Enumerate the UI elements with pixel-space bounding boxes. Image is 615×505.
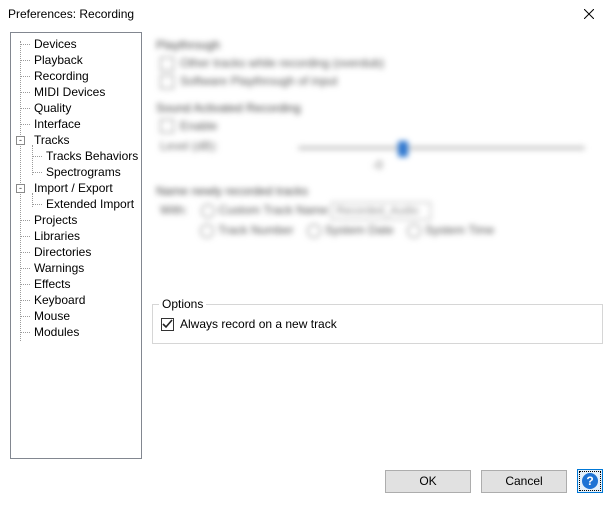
tree-item-import-export[interactable]: - Import / Export xyxy=(11,180,141,196)
window-close-button[interactable] xyxy=(569,2,609,26)
tree-item-warnings[interactable]: Warnings xyxy=(11,260,141,276)
window-title: Preferences: Recording xyxy=(8,7,134,21)
help-button[interactable]: ? xyxy=(577,469,603,493)
tree-item-quality[interactable]: Quality xyxy=(11,100,141,116)
tree-item-interface[interactable]: Interface xyxy=(11,116,141,132)
always-record-checkbox[interactable] xyxy=(161,318,174,331)
tree-item-effects[interactable]: Effects xyxy=(11,276,141,292)
tree-item-tracks-behaviors[interactable]: Tracks Behaviors xyxy=(11,148,141,164)
cancel-button[interactable]: Cancel xyxy=(481,470,567,493)
options-group: Options Always record on a new track xyxy=(152,304,603,344)
always-record-row[interactable]: Always record on a new track xyxy=(161,317,594,331)
tree-item-directories[interactable]: Directories xyxy=(11,244,141,260)
close-icon xyxy=(584,9,594,19)
tree-expander-tracks[interactable]: - xyxy=(16,136,25,145)
tree-expander-import[interactable]: - xyxy=(16,184,25,193)
tree-item-libraries[interactable]: Libraries xyxy=(11,228,141,244)
tree-item-tracks[interactable]: - Tracks xyxy=(11,132,141,148)
category-tree[interactable]: Devices Playback Recording MIDI Devices … xyxy=(10,32,142,459)
dialog-buttons: OK Cancel ? xyxy=(385,469,603,493)
always-record-label: Always record on a new track xyxy=(180,317,337,331)
options-group-title: Options xyxy=(159,297,206,311)
tree-item-mouse[interactable]: Mouse xyxy=(11,308,141,324)
help-icon: ? xyxy=(582,473,598,489)
tree-item-spectrograms[interactable]: Spectrograms xyxy=(11,164,141,180)
tree-item-midi-devices[interactable]: MIDI Devices xyxy=(11,84,141,100)
titlebar: Preferences: Recording xyxy=(0,0,615,28)
dialog-body: Devices Playback Recording MIDI Devices … xyxy=(0,28,615,505)
tree-item-devices[interactable]: Devices xyxy=(11,36,141,52)
tree-item-playback[interactable]: Playback xyxy=(11,52,141,68)
preferences-window: Preferences: Recording Devices Playback xyxy=(0,0,615,505)
check-icon xyxy=(162,319,173,330)
tree-item-recording[interactable]: Recording xyxy=(11,68,141,84)
tree-item-modules[interactable]: Modules xyxy=(11,324,141,340)
blurred-settings: Playthrough Other tracks while recording… xyxy=(150,32,605,300)
ok-button[interactable]: OK xyxy=(385,470,471,493)
tree-item-keyboard[interactable]: Keyboard xyxy=(11,292,141,308)
settings-panel: Playthrough Other tracks while recording… xyxy=(150,32,605,459)
tree-item-projects[interactable]: Projects xyxy=(11,212,141,228)
tree-item-extended-import[interactable]: Extended Import xyxy=(11,196,141,212)
